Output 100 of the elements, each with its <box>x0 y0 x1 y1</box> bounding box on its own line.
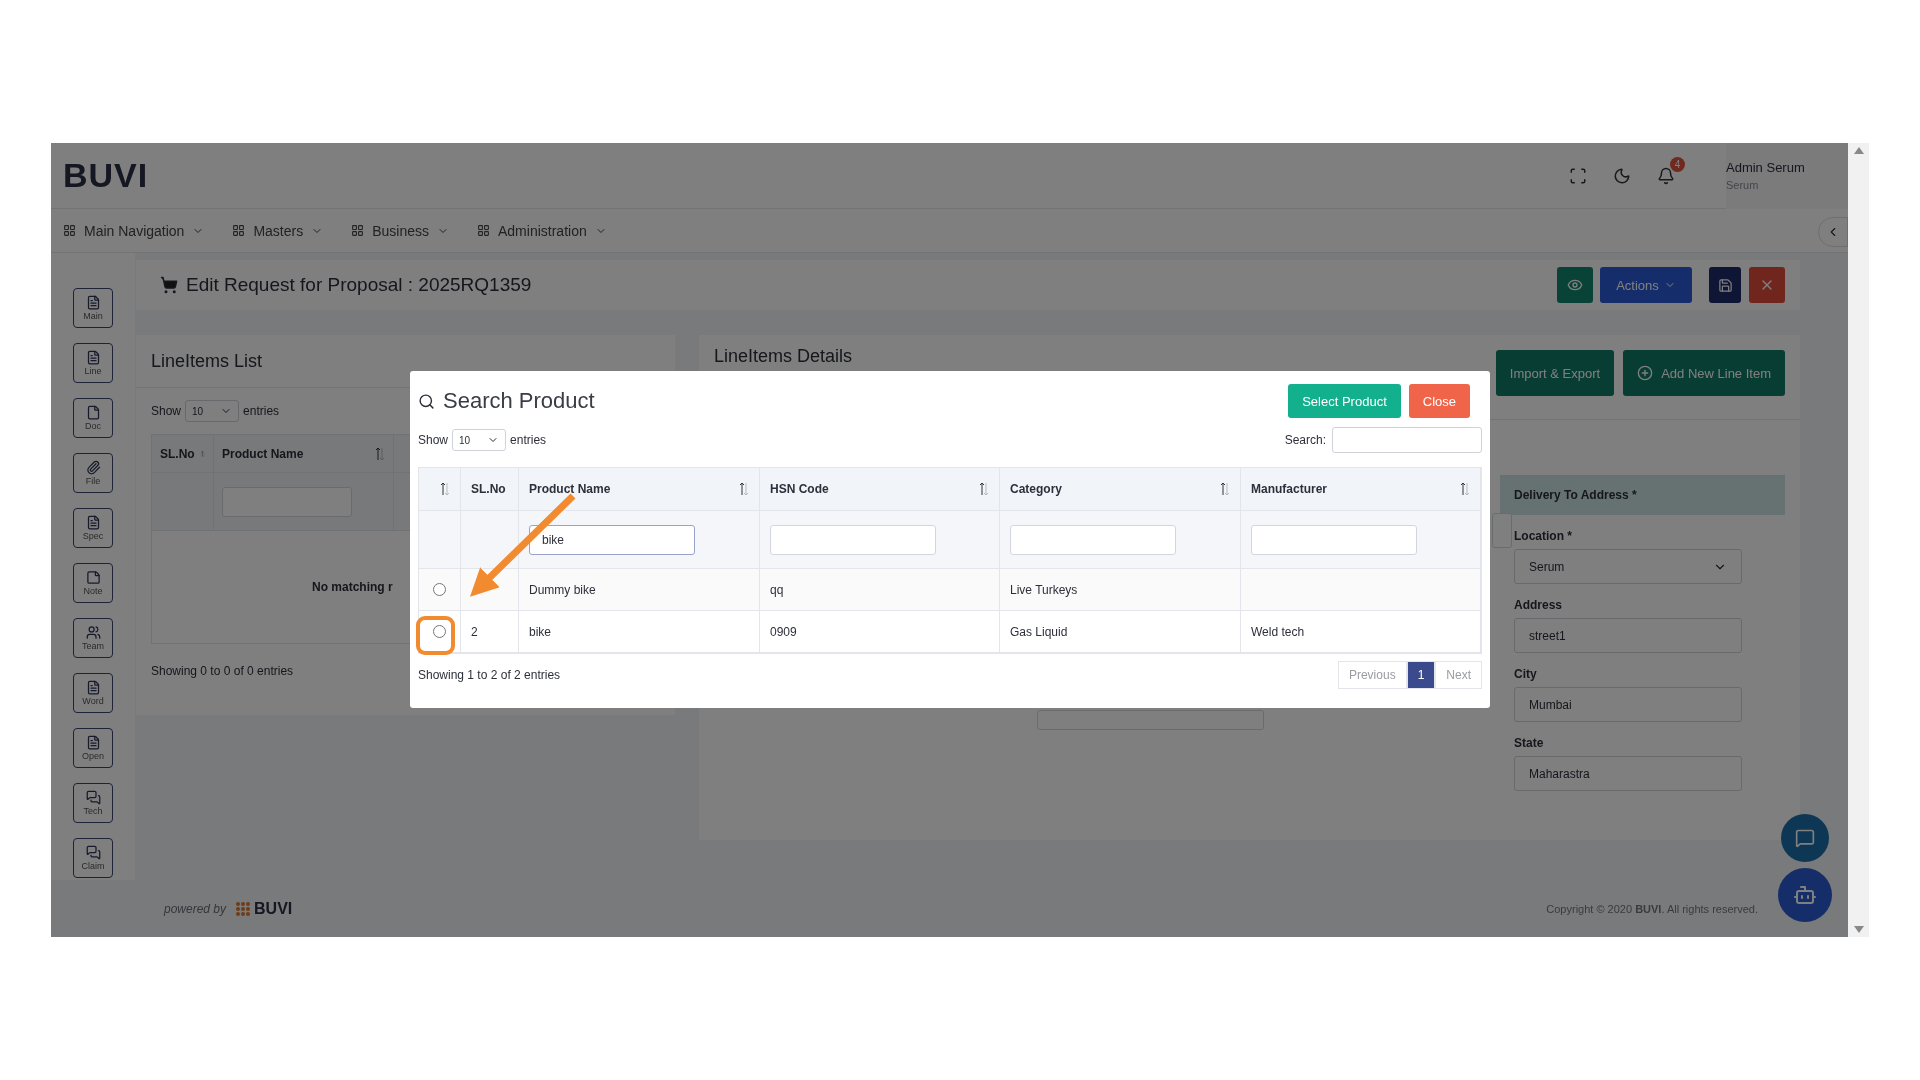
page-title: Edit Request for Proposal : 2025RQ1359 <box>186 274 532 296</box>
nav-menu-item[interactable]: Main Navigation <box>63 222 205 239</box>
filter-input[interactable] <box>1251 524 1417 555</box>
page-size-select[interactable]: 10 <box>185 400 240 422</box>
table-cell: Weld tech <box>1251 624 1305 639</box>
side-tool-button[interactable]: Spec <box>73 508 113 548</box>
search-field[interactable] <box>1332 427 1482 453</box>
side-tool-button[interactable]: File <box>73 453 113 493</box>
column-header[interactable]: SL.No <box>471 482 506 496</box>
row-radio[interactable] <box>433 583 446 596</box>
input-field[interactable]: street1 <box>1514 618 1742 653</box>
sort-icon[interactable] <box>1220 481 1230 497</box>
actions-button[interactable]: Actions <box>1600 267 1692 303</box>
notification-badge: 4 <box>1670 156 1685 172</box>
sort-icon[interactable] <box>979 481 989 497</box>
view-button[interactable] <box>1557 267 1593 303</box>
search-icon <box>418 392 435 410</box>
table-info: Showing 0 to 0 of 0 entries <box>151 664 294 678</box>
sort-icon[interactable] <box>1460 481 1470 497</box>
close-button[interactable] <box>1749 267 1785 303</box>
column-header[interactable]: Category <box>1010 482 1062 496</box>
sort-icon[interactable] <box>440 481 450 497</box>
copyright-text: Copyright © 2020 BUVI. All rights reserved. <box>1546 902 1758 915</box>
side-tool-button[interactable]: Line <box>73 343 113 383</box>
document-icon <box>85 515 101 530</box>
import-export-button[interactable]: Import & Export <box>1495 350 1615 396</box>
location-select[interactable]: Serum <box>1514 549 1742 584</box>
user-name[interactable]: Admin Serum <box>1726 160 1848 175</box>
field-label: Location * <box>1514 529 1573 543</box>
people-icon <box>85 625 101 640</box>
save-icon <box>1717 277 1733 293</box>
column-header[interactable]: Product Name <box>529 482 611 496</box>
document-icon <box>85 680 101 695</box>
side-tool-button[interactable]: Open <box>73 728 113 768</box>
robot-icon <box>1793 883 1817 907</box>
filter-input[interactable] <box>1010 524 1176 555</box>
file-icon <box>85 405 101 420</box>
plus-circle-icon <box>1637 365 1654 381</box>
chat-icon <box>1795 828 1815 848</box>
sort-icon[interactable] <box>375 445 385 462</box>
column-header[interactable]: SL.No <box>160 446 195 461</box>
field-label: City <box>1514 667 1538 681</box>
input-field[interactable] <box>1492 513 1512 548</box>
highlight-ring <box>416 616 455 655</box>
card-title: LineItems List <box>151 350 263 372</box>
page-size-select[interactable]: 10 <box>452 429 507 451</box>
side-tool-button[interactable]: Claim <box>73 838 113 878</box>
add-line-item-button[interactable]: Add New Line Item <box>1623 350 1785 396</box>
document-icon <box>85 735 101 750</box>
table-info: Showing 1 to 2 of 2 entries <box>418 668 561 682</box>
sort-icon[interactable] <box>739 481 749 497</box>
close-button[interactable]: Close <box>1408 384 1470 418</box>
search-label: Search: <box>1284 433 1326 447</box>
nav-menu-item[interactable]: Administration <box>477 222 607 239</box>
entries-label: entries <box>243 404 280 418</box>
table-cell: 0909 <box>770 624 797 639</box>
cart-icon <box>160 276 178 294</box>
side-tool-button[interactable]: Word <box>73 673 113 713</box>
side-tool-button[interactable]: Team <box>73 618 113 658</box>
note-icon <box>85 570 101 585</box>
field-label: State <box>1514 736 1545 750</box>
input-field[interactable]: Mumbai <box>1514 687 1742 722</box>
table-cell: Gas Liquid <box>1010 624 1068 639</box>
side-tool-button[interactable]: Note <box>73 563 113 603</box>
logo: BUVI <box>63 156 149 195</box>
row-radio[interactable] <box>433 625 446 638</box>
moon-icon[interactable] <box>1613 166 1631 185</box>
show-label: Show <box>418 433 449 447</box>
grid-icon <box>351 224 365 237</box>
side-tool-button[interactable]: Tech <box>73 783 113 823</box>
chat-button[interactable] <box>1781 814 1829 862</box>
section-header: Delivery To Address * <box>1500 475 1785 515</box>
chat-icon <box>85 845 101 860</box>
nav-menu-item[interactable]: Masters <box>232 222 324 239</box>
table-cell: Dummy bike <box>529 582 596 597</box>
notification-icon[interactable] <box>1657 166 1675 185</box>
side-tool-button[interactable]: Doc <box>73 398 113 438</box>
filter-input[interactable] <box>770 524 936 555</box>
bot-button[interactable] <box>1778 868 1832 922</box>
select-product-button[interactable]: Select Product <box>1288 384 1401 418</box>
scrollbar[interactable] <box>1848 143 1869 937</box>
column-header[interactable]: Product Name <box>222 446 304 461</box>
fullscreen-icon[interactable] <box>1569 166 1587 185</box>
scroll-up-icon[interactable] <box>1853 147 1864 154</box>
input-field[interactable]: Maharastra <box>1514 756 1742 791</box>
nav-menu-item[interactable]: Business <box>351 222 449 239</box>
save-button[interactable] <box>1709 267 1741 303</box>
filter-input[interactable]: bike <box>529 524 695 555</box>
modal-title: Search Product <box>443 388 595 414</box>
column-header[interactable]: Manufacturer <box>1251 482 1327 496</box>
chat-icon <box>85 790 101 805</box>
table-cell: Live Turkeys <box>1010 582 1078 597</box>
scroll-down-icon[interactable] <box>1853 926 1864 933</box>
card-title: LineItems Details <box>714 346 853 367</box>
grid-icon <box>63 224 76 237</box>
pagination-button[interactable]: 1 <box>1406 661 1436 689</box>
side-tool-button[interactable]: Main <box>73 288 113 328</box>
grid-icon <box>232 224 246 237</box>
column-header[interactable]: HSN Code <box>770 482 829 496</box>
paperclip-icon <box>85 460 101 475</box>
